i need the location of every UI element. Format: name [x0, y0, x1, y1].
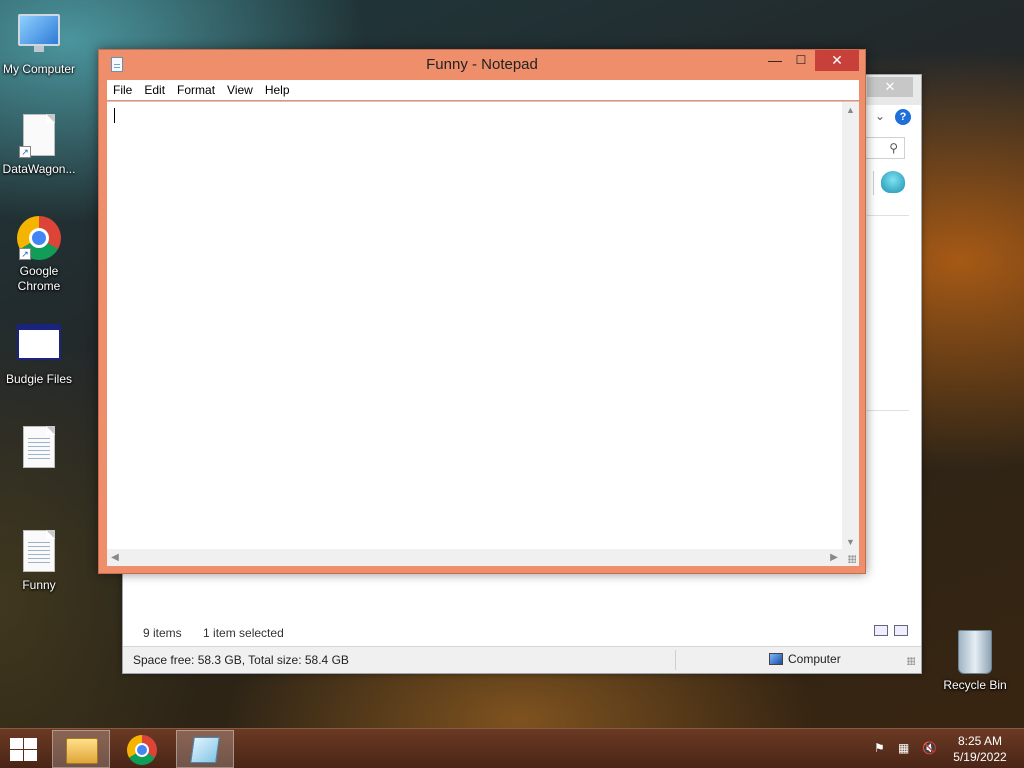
action-center-flag-icon[interactable]: ⚑	[874, 741, 885, 755]
desktop-icon-datawagon[interactable]: ↗ DataWagon...	[0, 114, 78, 177]
large-icons-view-icon[interactable]	[894, 625, 908, 636]
desktop-icon-funny[interactable]: Funny	[0, 530, 78, 593]
menu-bar: File Edit Format View Help	[107, 80, 859, 100]
recycle-bin-icon	[953, 630, 997, 674]
maximize-button[interactable]: ☐	[788, 50, 814, 72]
chrome-icon: ↗	[17, 216, 61, 260]
clock-time: 8:25 AM	[957, 734, 1003, 748]
shell-icon[interactable]	[881, 171, 905, 193]
windows-logo-icon	[10, 738, 23, 749]
vertical-scrollbar[interactable]: ▲ ▼	[842, 102, 859, 550]
item-count: 9 items	[143, 626, 182, 640]
start-button[interactable]	[8, 737, 38, 761]
horizontal-scrollbar[interactable]: ◀ ▶	[107, 549, 842, 566]
notepad-icon	[190, 737, 220, 763]
menu-help[interactable]: Help	[259, 80, 296, 100]
search-icon: ⚲	[889, 141, 898, 155]
menu-edit[interactable]: Edit	[138, 80, 171, 100]
text-caret	[114, 108, 115, 123]
menu-format[interactable]: Format	[171, 80, 221, 100]
desktop-icon-label: Budgie Files	[5, 372, 73, 386]
taskbar: ⚑ ▦ 🔇 8:25 AM 5/19/2022	[0, 728, 1024, 768]
window-icon	[17, 324, 61, 368]
menu-view[interactable]: View	[221, 80, 259, 100]
explorer-close-button[interactable]: ✕	[867, 77, 913, 97]
desktop-icon-my-computer[interactable]: My Computer	[0, 10, 78, 77]
scroll-up-icon[interactable]: ▲	[842, 102, 859, 118]
divider	[867, 410, 909, 411]
resize-grip-icon[interactable]	[842, 549, 859, 566]
network-icon[interactable]: ▦	[898, 741, 909, 755]
text-file-icon	[17, 426, 61, 470]
desktop-icon-budgie-files[interactable]: Budgie Files	[0, 320, 78, 387]
text-file-icon	[17, 530, 61, 574]
taskbar-file-explorer[interactable]	[52, 730, 110, 768]
scroll-right-icon[interactable]: ▶	[826, 549, 842, 566]
location-indicator: Computer	[769, 652, 841, 666]
scroll-left-icon[interactable]: ◀	[107, 549, 123, 566]
desktop-icon-label: Google Chrome	[17, 264, 61, 293]
system-clock[interactable]: 8:25 AM 5/19/2022	[944, 733, 1016, 765]
desktop-icon-recycle-bin[interactable]: Recycle Bin	[936, 630, 1014, 693]
search-input[interactable]: ⚲	[865, 137, 905, 159]
divider	[873, 171, 874, 195]
desktop-icon-label: Funny	[22, 578, 56, 592]
explorer-status-bar: Space free: 58.3 GB, Total size: 58.4 GB…	[123, 646, 921, 673]
desktop-icon-label: DataWagon...	[2, 162, 76, 176]
folder-icon	[66, 738, 98, 764]
taskbar-notepad[interactable]	[176, 730, 234, 768]
minimize-button[interactable]: —	[762, 50, 788, 72]
selection-count: 1 item selected	[203, 626, 284, 640]
text-editor-area[interactable]: ▲ ▼ ◀ ▶	[107, 101, 859, 566]
chrome-icon	[127, 735, 157, 765]
help-icon[interactable]: ?	[895, 109, 911, 125]
computer-icon	[769, 653, 783, 665]
desktop-icon-google-chrome[interactable]: ↗ Google Chrome	[0, 216, 78, 294]
desktop-icon-label: My Computer	[2, 62, 76, 76]
chevron-down-icon[interactable]: ⌄	[875, 109, 885, 123]
desktop-icon-label: Recycle Bin	[943, 678, 1007, 692]
close-button[interactable]: ✕	[815, 50, 859, 71]
notepad-window[interactable]: Funny - Notepad — ☐ ✕ File Edit Format View…	[98, 49, 866, 574]
disk-space-text: Space free: 58.3 GB, Total size: 58.4 GB	[133, 653, 349, 667]
clock-date: 5/19/2022	[953, 750, 1007, 764]
menu-file[interactable]: File	[107, 80, 138, 100]
desktop-icon-text-file[interactable]	[0, 426, 78, 474]
explorer-status-row: 9 items 1 item selected	[143, 626, 302, 640]
divider	[867, 215, 909, 216]
file-shortcut-icon: ↗	[17, 114, 61, 158]
window-title: Funny - Notepad	[426, 56, 538, 73]
volume-muted-icon[interactable]: 🔇	[922, 741, 937, 755]
scroll-down-icon[interactable]: ▼	[842, 534, 859, 550]
resize-grip-icon[interactable]	[907, 657, 915, 665]
divider	[675, 650, 676, 670]
view-toggle	[868, 625, 908, 639]
taskbar-google-chrome[interactable]	[114, 730, 172, 768]
monitor-icon	[17, 14, 61, 58]
details-view-icon[interactable]	[874, 625, 888, 636]
